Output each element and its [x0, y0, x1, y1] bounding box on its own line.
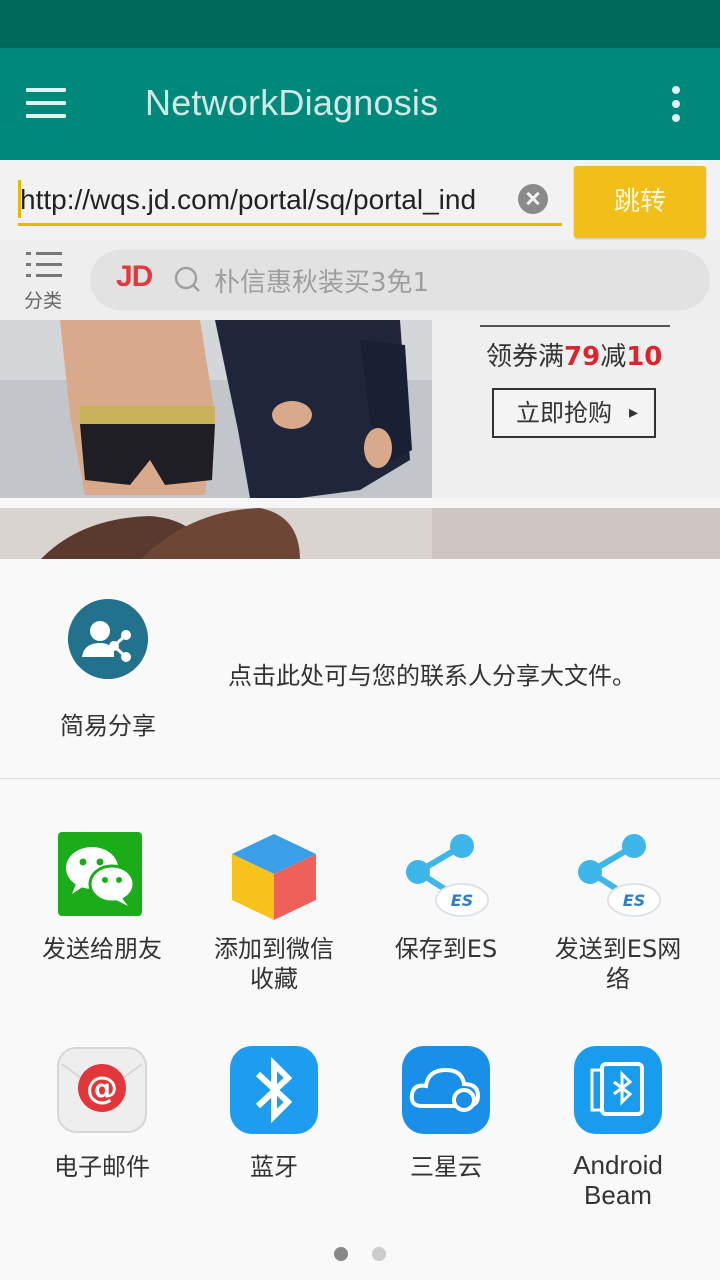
menu-icon[interactable] [26, 88, 66, 118]
easy-share-description[interactable]: 点击此处可与您的联系人分享大文件。 [228, 656, 636, 691]
share-target-label: Android Beam [573, 1150, 663, 1210]
wechat-icon [58, 832, 142, 916]
url-input[interactable]: http://wqs.jd.com/portal/sq/portal_ind [18, 180, 562, 226]
share-target-bluetooth[interactable]: 蓝牙 [188, 1044, 360, 1194]
share-target-label: 添加到微信收藏 [214, 935, 334, 993]
email-icon: @ [57, 1047, 147, 1133]
clear-icon[interactable] [518, 184, 548, 214]
share-target-samsung-cloud[interactable]: 三星云 [360, 1044, 532, 1194]
screen: NetworkDiagnosis http://wqs.jd.com/porta… [0, 0, 720, 1280]
share-target-label: 三星云 [410, 1153, 482, 1181]
banner-photo [0, 320, 432, 498]
second-banner[interactable] [0, 508, 720, 560]
share-target-wechat[interactable]: 发送给朋友 [16, 830, 188, 1000]
more-vert-icon[interactable] [670, 86, 682, 122]
svg-text:ES: ES [623, 891, 645, 910]
svg-text:@: @ [86, 1069, 118, 1107]
share-target-label: 电子邮件 [54, 1153, 150, 1181]
samsung-cloud-icon [402, 1046, 490, 1134]
easy-share-label[interactable]: 简易分享 [46, 706, 170, 741]
url-text: http://wqs.jd.com/portal/sq/portal_ind [20, 184, 477, 215]
es-network-share-icon: ES [578, 834, 661, 917]
share-target-label: 发送到ES网络 [554, 935, 682, 993]
app-title: NetworkDiagnosis [145, 82, 439, 123]
share-target-android-beam[interactable]: Android Beam [532, 1044, 704, 1214]
jd-logo: JD [116, 260, 153, 293]
search-icon [174, 266, 200, 292]
app-bar: NetworkDiagnosis [0, 48, 720, 160]
easy-share-icon[interactable] [68, 599, 148, 679]
promo-text: 领券满79减10 [486, 342, 663, 372]
page-indicator-dot-active [334, 1247, 348, 1261]
share-target-wechat-favorites[interactable]: 添加到微信收藏 [188, 830, 360, 1000]
es-share-icon: ES [406, 834, 489, 917]
share-target-send-es-network[interactable]: ES 发送到ES网络 [532, 830, 704, 1000]
share-target-label: 发送给朋友 [42, 935, 162, 963]
android-beam-icon [574, 1046, 662, 1134]
share-target-label: 保存到ES [394, 935, 498, 963]
sheet-divider [0, 778, 720, 779]
share-target-label: 蓝牙 [250, 1153, 298, 1181]
wechat-favorites-cube-icon [232, 834, 316, 920]
category-label[interactable]: 分类 [24, 286, 62, 313]
bluetooth-icon [230, 1046, 318, 1134]
promo-divider [480, 325, 670, 327]
shoe-photo [0, 508, 432, 560]
category-list-icon[interactable] [26, 252, 62, 278]
buy-now-button[interactable]: 立即抢购 [492, 388, 656, 438]
svg-text:ES: ES [451, 891, 473, 910]
jd-search-placeholder: 朴信惠秋装买3免1 [214, 268, 430, 298]
status-bar [0, 0, 720, 48]
page-indicator-dot [372, 1247, 386, 1261]
banner2-right [432, 508, 720, 560]
go-button[interactable]: 跳转 [574, 166, 706, 238]
share-target-save-es[interactable]: ES 保存到ES [360, 830, 532, 1000]
share-target-email[interactable]: @ 电子邮件 [16, 1044, 188, 1194]
